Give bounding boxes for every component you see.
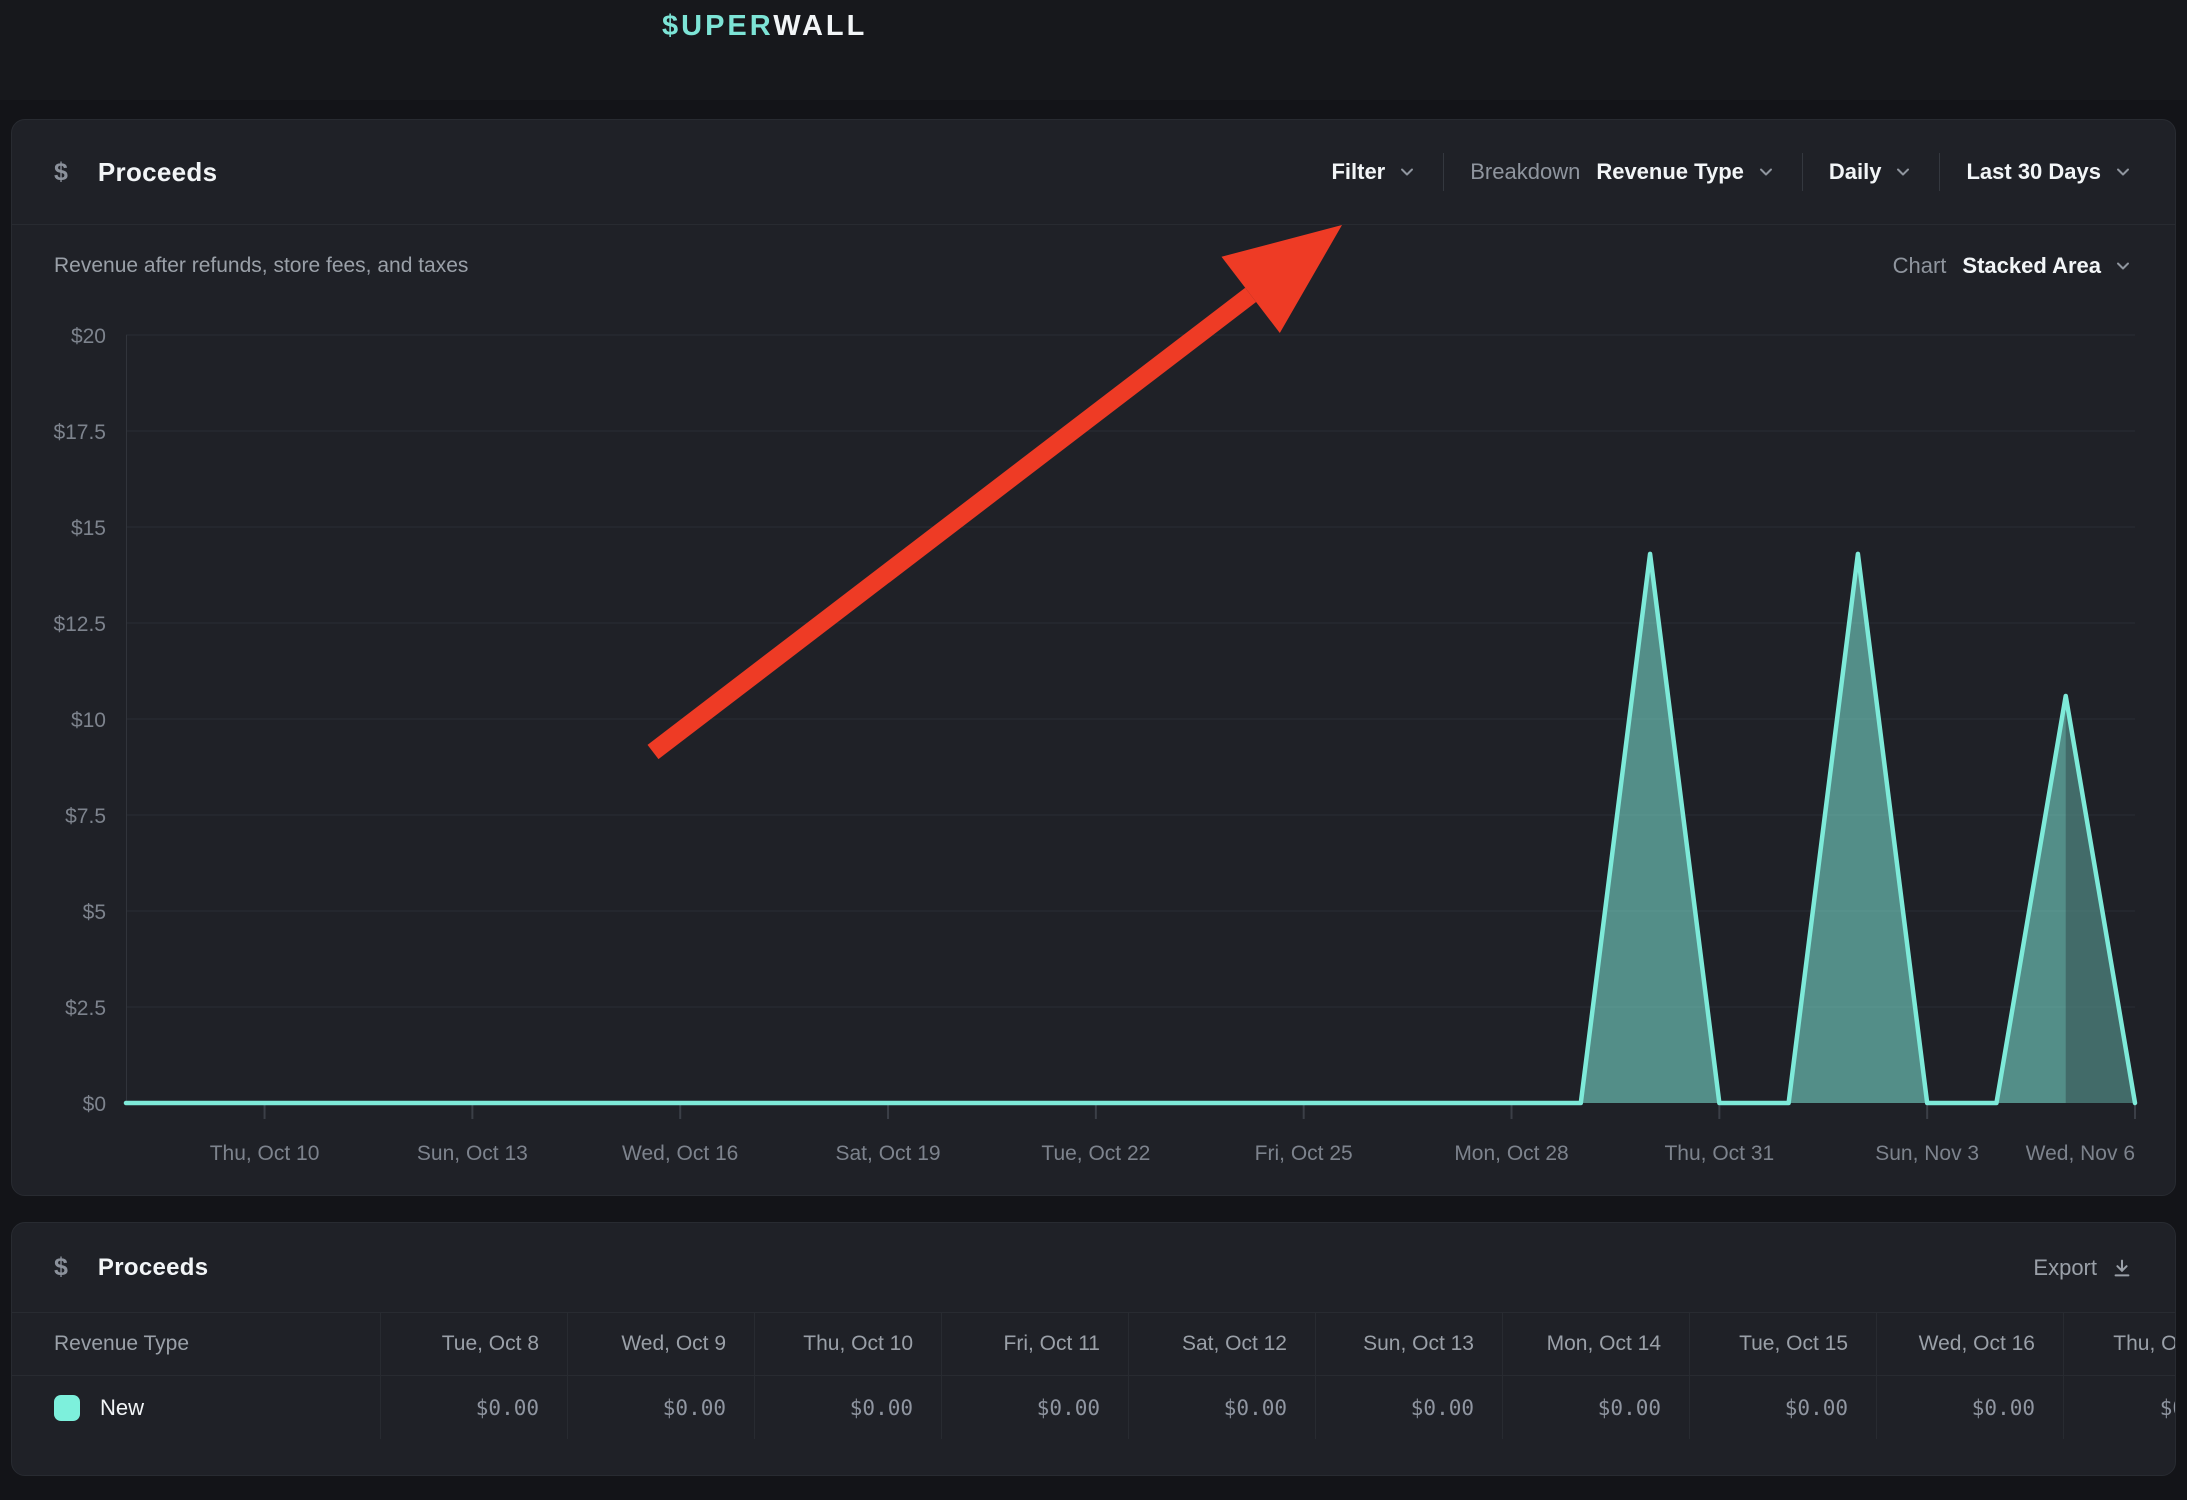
table-value-cell: $0.00 xyxy=(1316,1375,1503,1439)
divider xyxy=(1443,153,1444,191)
table-body: New$0.00$0.00$0.00$0.00$0.00$0.00$0.00$0… xyxy=(12,1375,2175,1439)
table-column-header-date: Wed, Oct 9 xyxy=(568,1312,755,1375)
table-card-title: Proceeds xyxy=(98,1254,208,1282)
granularity-value: Daily xyxy=(1829,159,1882,185)
series-color-swatch xyxy=(54,1395,80,1421)
dollar-icon: $ xyxy=(54,158,68,187)
table-value-cell: $0.00 xyxy=(381,1375,568,1439)
chevron-down-icon xyxy=(2113,256,2133,276)
download-icon xyxy=(2111,1257,2133,1279)
table-value-cell: $0.00 xyxy=(942,1375,1129,1439)
chart-controls: Filter Breakdown Revenue Type Daily Last… xyxy=(1331,153,2133,191)
divider xyxy=(1939,153,1940,191)
table-column-header-date: Tue, Oct 8 xyxy=(381,1312,568,1375)
logo-accent-text: $UPER xyxy=(662,10,773,42)
chart-card-header: $ Proceeds Filter Breakdown Revenue Type… xyxy=(12,120,2175,225)
date-range-value: Last 30 Days xyxy=(1966,159,2101,185)
table-column-header-date: Thu, Oct 10 xyxy=(755,1312,942,1375)
table-value-cell: $0.00 xyxy=(1503,1375,1690,1439)
table-value-cell: $0.00 xyxy=(1690,1375,1877,1439)
table-value-cell: $0.00 xyxy=(2064,1375,2176,1439)
export-label: Export xyxy=(2033,1255,2097,1281)
top-bar: $UPERWALL xyxy=(0,0,2187,100)
filter-dropdown[interactable]: Filter xyxy=(1331,159,1417,185)
filter-label: Filter xyxy=(1331,159,1385,185)
table-column-header-date: Wed, Oct 16 xyxy=(1877,1312,2064,1375)
chart-subheader: Revenue after refunds, store fees, and t… xyxy=(12,225,2175,279)
date-range-dropdown[interactable]: Last 30 Days xyxy=(1966,159,2133,185)
table-column-header-date: Sun, Oct 13 xyxy=(1316,1312,1503,1375)
table-column-header-date: Tue, Oct 15 xyxy=(1690,1312,1877,1375)
table-value-cell: $0.00 xyxy=(1877,1375,2064,1439)
table-column-header-date: Fri, Oct 11 xyxy=(942,1312,1129,1375)
breakdown-label: Breakdown xyxy=(1470,159,1580,185)
stacked-area-chart[interactable] xyxy=(126,335,2135,1103)
table-column-header-date: Thu, Oct 17 xyxy=(2064,1312,2176,1375)
chart-subtitle: Revenue after refunds, store fees, and t… xyxy=(54,254,468,278)
granularity-dropdown[interactable]: Daily xyxy=(1829,159,1914,185)
chart-type-dropdown[interactable]: Chart Stacked Area xyxy=(1893,253,2133,279)
table-column-header-revenue-type: Revenue Type xyxy=(12,1312,381,1375)
breakdown-value: Revenue Type xyxy=(1596,159,1744,185)
chart-card-title: Proceeds xyxy=(98,157,217,188)
chevron-down-icon xyxy=(2113,162,2133,182)
proceeds-table-card: $ Proceeds Export Revenue TypeTue, Oct 8… xyxy=(11,1222,2176,1476)
chevron-down-icon xyxy=(1893,162,1913,182)
table-value-cell: $0.00 xyxy=(1129,1375,1316,1439)
table-row-label-new: New xyxy=(12,1375,381,1439)
breakdown-dropdown[interactable]: Breakdown Revenue Type xyxy=(1470,159,1776,185)
table-column-header-date: Sat, Oct 12 xyxy=(1129,1312,1316,1375)
table-value-cell: $0.00 xyxy=(568,1375,755,1439)
divider xyxy=(1802,153,1803,191)
table-card-header: $ Proceeds Export xyxy=(12,1223,2175,1312)
chevron-down-icon xyxy=(1397,162,1417,182)
table-header-row: Revenue TypeTue, Oct 8Wed, Oct 9Thu, Oct… xyxy=(12,1312,2175,1375)
table-value-cell: $0.00 xyxy=(755,1375,942,1439)
chevron-down-icon xyxy=(1756,162,1776,182)
export-button[interactable]: Export xyxy=(2033,1255,2133,1281)
dollar-icon: $ xyxy=(54,1253,68,1282)
superwall-logo[interactable]: $UPERWALL xyxy=(662,10,867,43)
chart-type-label: Chart xyxy=(1893,253,1947,279)
logo-rest-text: WALL xyxy=(773,10,867,42)
chart-type-value: Stacked Area xyxy=(1962,253,2101,279)
table-column-header-date: Mon, Oct 14 xyxy=(1503,1312,1690,1375)
